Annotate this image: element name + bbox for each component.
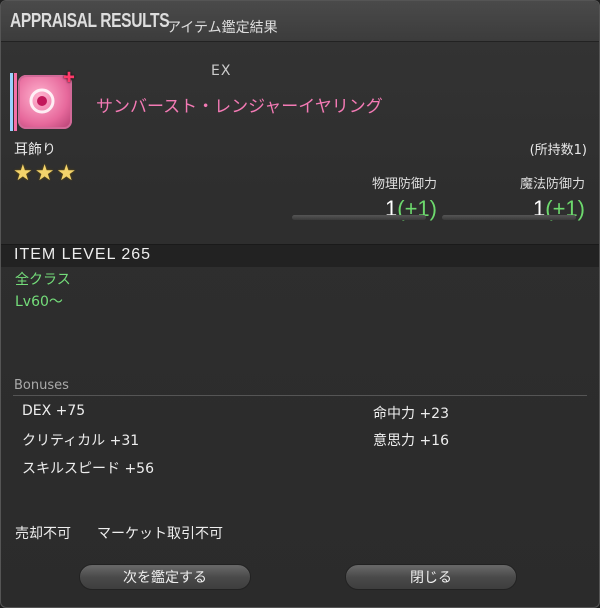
- bonus-accuracy: 命中力 +23: [373, 406, 449, 422]
- item-category: 耳飾り: [14, 142, 56, 158]
- owned-count: (所持数1): [529, 143, 587, 158]
- class-restriction: 全クラス: [15, 272, 71, 288]
- item-name: サンバースト・レンジャーイヤリング: [96, 97, 383, 117]
- earring-icon[interactable]: ✚: [10, 70, 76, 133]
- plus-icon: ✚: [63, 70, 75, 86]
- stat-label: 物理防御力: [371, 177, 437, 192]
- bonus-critical: クリティカル +31: [22, 433, 140, 449]
- level-requirement: Lv60～: [15, 294, 63, 310]
- stat-bar-magic: [442, 215, 576, 220]
- bonuses-heading: Bonuses: [14, 378, 69, 393]
- title-bar[interactable]: APPRAISAL RESULTS アイテム鑑定結果: [1, 1, 599, 42]
- stat-bar-physical: [292, 215, 426, 220]
- divider: [13, 395, 587, 396]
- item-level: ITEM LEVEL 265: [14, 246, 152, 263]
- unsellable-label: 売却不可: [15, 526, 71, 542]
- rarity-tag: EX: [211, 63, 232, 79]
- bonus-dex: DEX +75: [22, 403, 86, 419]
- item-level-bar: ITEM LEVEL 265: [1, 244, 599, 267]
- icon-bar-blue: [10, 73, 13, 131]
- appraisal-window: APPRAISAL RESULTS アイテム鑑定結果 EX ✚ サンバースト・レ…: [0, 0, 600, 608]
- icon-bar-pink: [14, 73, 17, 131]
- star-rating: ★★★: [13, 161, 79, 186]
- window-title: APPRAISAL RESULTS: [10, 10, 170, 32]
- bonus-skill-speed: スキルスピード +56: [22, 461, 154, 477]
- no-market-label: マーケット取引不可: [97, 526, 223, 542]
- stat-label: 魔法防御力: [519, 177, 585, 192]
- bonus-determination: 意思力 +16: [373, 433, 449, 449]
- close-button[interactable]: 閉じる: [345, 564, 517, 590]
- window-subtitle: アイテム鑑定結果: [167, 20, 278, 36]
- appraise-next-button[interactable]: 次を鑑定する: [79, 564, 251, 590]
